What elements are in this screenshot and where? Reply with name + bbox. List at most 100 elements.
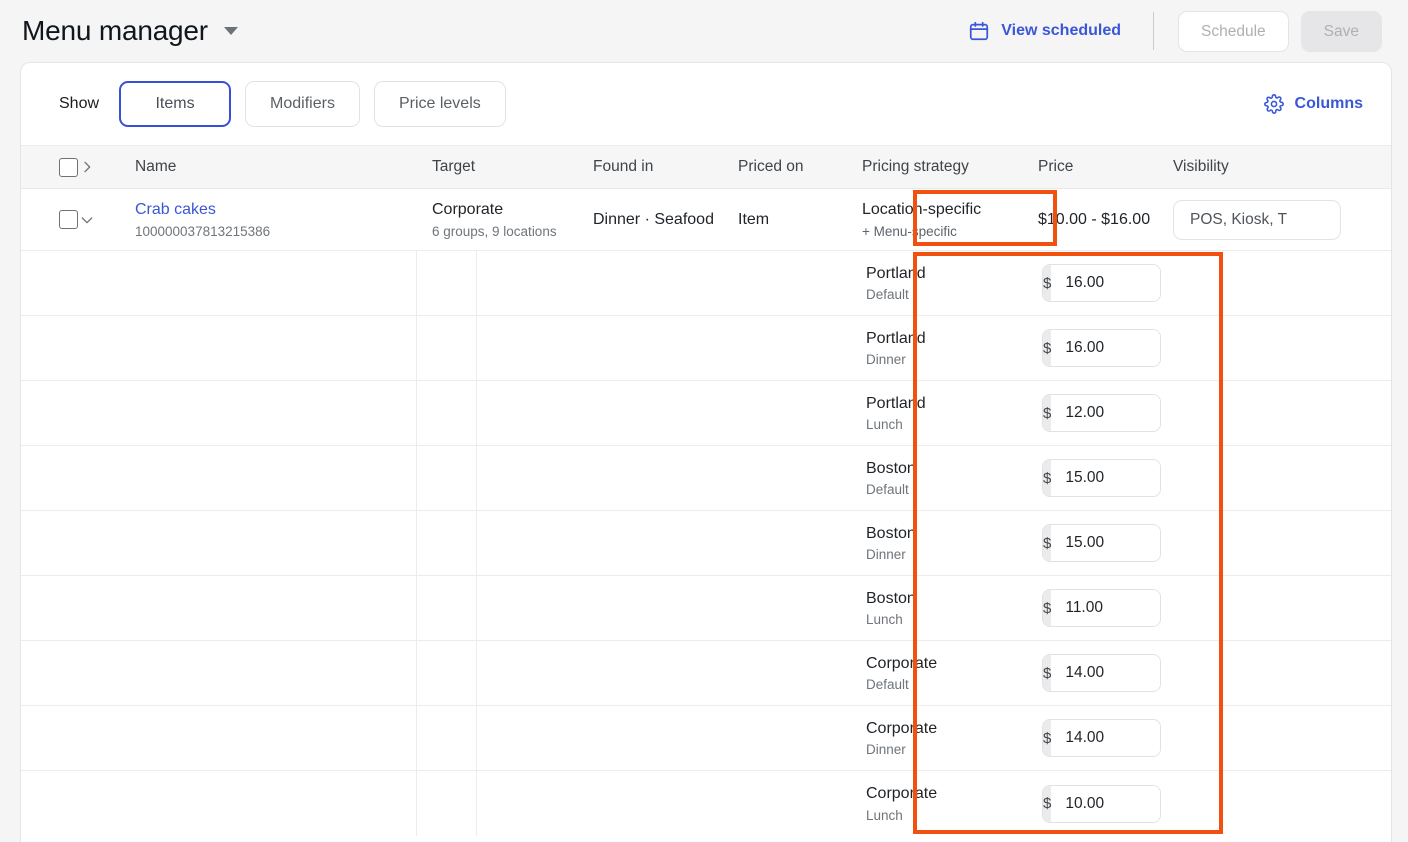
price-input-group[interactable]: $	[1042, 784, 1161, 823]
price-input[interactable]	[1051, 720, 1160, 756]
row-checkbox[interactable]	[59, 210, 78, 229]
price-row-input-cell: $	[1042, 719, 1177, 757]
price-input[interactable]	[1051, 655, 1160, 691]
price-input[interactable]	[1051, 525, 1160, 561]
price-row-location-cell: Corporate Lunch	[866, 784, 1042, 822]
select-all-checkbox[interactable]	[59, 157, 78, 177]
price-row-level: Lunch	[866, 612, 903, 628]
price-row-location: Corporate	[866, 719, 938, 737]
price-row-level: Dinner	[866, 547, 906, 563]
currency-symbol: $	[1043, 265, 1052, 301]
column-header-target[interactable]: Target	[416, 158, 593, 176]
price-row-input-cell: $	[1042, 394, 1177, 432]
header-actions: View scheduled Schedule Save	[964, 10, 1382, 52]
price-row-divider	[416, 511, 417, 575]
column-header-pricing-strategy[interactable]: Pricing strategy	[862, 158, 1038, 176]
price-row: Boston Lunch $	[21, 576, 1391, 641]
columns-label: Columns	[1294, 95, 1363, 112]
price-row-location: Portland	[866, 264, 926, 282]
price-row-input-cell: $	[1042, 524, 1177, 562]
target-meta: 6 groups, 9 locations	[432, 223, 557, 239]
row-price-range: $10.00 - $16.00	[1038, 210, 1151, 228]
price-row-location-cell: Boston Dinner	[866, 524, 1042, 562]
price-row-divider	[416, 641, 417, 705]
item-name-link[interactable]: Crab cakes	[135, 200, 416, 219]
price-input-group[interactable]: $	[1042, 589, 1161, 627]
page-title-group[interactable]: Menu manager	[22, 15, 238, 47]
price-row-divider	[416, 381, 417, 445]
columns-button[interactable]: Columns	[1263, 94, 1363, 114]
price-input-group[interactable]: $	[1042, 329, 1161, 367]
column-header-found-in[interactable]: Found in	[593, 158, 738, 176]
calendar-icon	[970, 21, 989, 41]
save-button[interactable]: Save	[1300, 10, 1382, 52]
currency-symbol: $	[1043, 590, 1052, 626]
price-row-level: Lunch	[866, 807, 903, 823]
price-row-divider	[416, 706, 417, 770]
price-input-group[interactable]: $	[1042, 459, 1161, 497]
tab-items[interactable]: Items	[119, 81, 232, 127]
price-row: Corporate Dinner $	[21, 706, 1391, 771]
view-scheduled-button[interactable]: View scheduled	[964, 12, 1125, 50]
visibility-select[interactable]: POS, Kiosk, T	[1173, 199, 1341, 240]
select-all-cell	[21, 157, 79, 177]
currency-symbol: $	[1043, 655, 1052, 691]
price-row-input-cell: $	[1042, 589, 1177, 627]
price-input[interactable]	[1051, 395, 1160, 431]
gear-icon	[1263, 94, 1284, 114]
column-divider	[476, 251, 477, 836]
price-row-location-cell: Boston Default	[866, 459, 1042, 497]
schedule-button[interactable]: Schedule	[1178, 10, 1289, 52]
price-input-group[interactable]: $	[1042, 719, 1161, 757]
target-value: Corporate	[432, 201, 504, 219]
content-card: Show Items Modifiers Price levels Column…	[20, 62, 1392, 842]
price-row-location: Boston	[866, 524, 916, 542]
price-input[interactable]	[1051, 590, 1160, 626]
price-row-divider	[416, 576, 417, 640]
price-row-level: Dinner	[866, 352, 906, 368]
currency-symbol: $	[1043, 785, 1052, 822]
price-row-location-cell: Portland Default	[866, 264, 1042, 302]
chevron-right-icon[interactable]	[79, 159, 95, 175]
price-input[interactable]	[1051, 265, 1160, 301]
price-row: Portland Default $	[21, 251, 1391, 316]
chevron-down-icon[interactable]	[79, 212, 95, 228]
currency-symbol: $	[1043, 720, 1052, 756]
expanded-price-rows: Portland Default $ Portland Dinner $ Portland L…	[21, 251, 1391, 836]
price-row-location-cell: Portland Dinner	[866, 329, 1042, 367]
price-input-group[interactable]: $	[1042, 524, 1161, 562]
view-scheduled-label: View scheduled	[1001, 22, 1122, 39]
price-input[interactable]	[1051, 330, 1160, 366]
column-header-priced-on[interactable]: Priced on	[738, 158, 862, 176]
price-row-location: Corporate	[866, 785, 938, 803]
price-input-group[interactable]: $	[1042, 394, 1161, 432]
price-row-level: Dinner	[866, 742, 906, 758]
currency-symbol: $	[1043, 460, 1052, 496]
price-row-location-cell: Corporate Default	[866, 654, 1042, 692]
price-row-divider	[416, 446, 417, 510]
caret-down-icon[interactable]	[223, 27, 238, 35]
price-input-group[interactable]: $	[1042, 264, 1161, 302]
tab-price-levels[interactable]: Price levels	[373, 81, 506, 127]
price-input-group[interactable]: $	[1042, 654, 1161, 692]
column-header-name[interactable]: Name	[135, 158, 416, 176]
filter-toolbar: Show Items Modifiers Price levels Column…	[21, 63, 1391, 145]
currency-symbol: $	[1043, 525, 1052, 561]
price-row-location: Boston	[866, 459, 916, 477]
price-row-level: Lunch	[866, 417, 903, 433]
table-row[interactable]: Crab cakes 100000037813215386 Corporate …	[21, 189, 1391, 251]
row-expand-cell	[79, 212, 135, 228]
price-row-level: Default	[866, 677, 909, 693]
column-header-visibility[interactable]: Visibility	[1173, 158, 1353, 176]
row-visibility-cell: POS, Kiosk, T	[1173, 199, 1353, 240]
page-title: Menu manager	[22, 15, 208, 46]
price-row-location: Portland	[866, 329, 926, 347]
price-row-input-cell: $	[1042, 654, 1177, 692]
tab-modifiers[interactable]: Modifiers	[245, 81, 360, 127]
price-row-input-cell: $	[1042, 784, 1177, 823]
column-header-price[interactable]: Price	[1038, 158, 1173, 176]
price-input[interactable]	[1051, 460, 1160, 496]
header-divider	[1153, 12, 1155, 50]
items-table: Name Target Found in Priced on Pricing s…	[21, 145, 1391, 836]
price-input[interactable]	[1051, 785, 1160, 822]
